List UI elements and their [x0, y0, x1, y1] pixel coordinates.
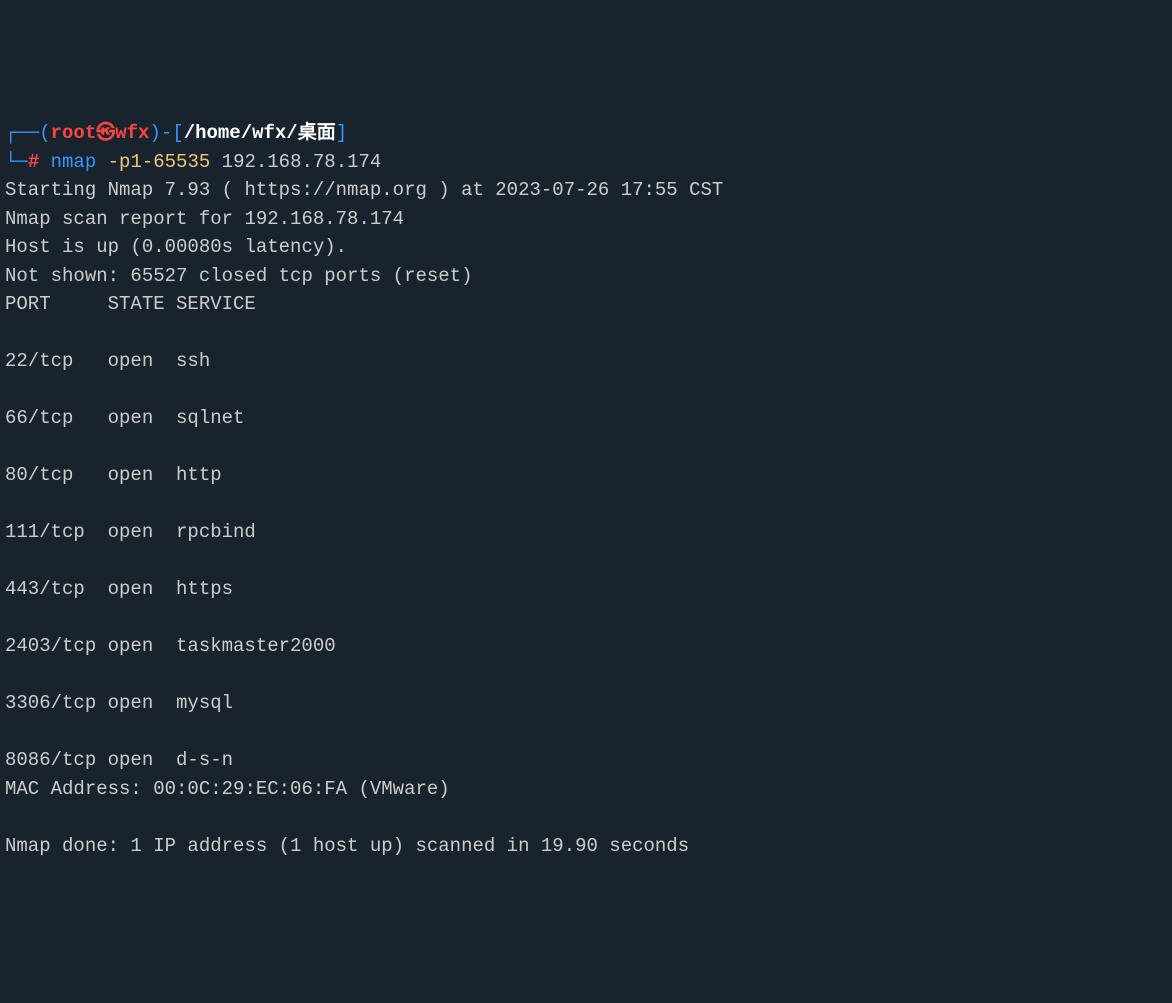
port-cell: 111/tcp [5, 518, 108, 547]
output-mac: MAC Address: 00:0C:29:EC:06:FA (VMware) [5, 778, 450, 800]
bracket-close: ] [336, 122, 347, 144]
output-starting: Starting Nmap 7.93 ( https://nmap.org ) … [5, 179, 723, 201]
service-cell: mysql [176, 689, 233, 718]
state-cell: open [108, 575, 176, 604]
table-row: 80/tcp open http [5, 461, 1167, 490]
port-cell: 66/tcp [5, 404, 108, 433]
command-target: 192.168.78.174 [222, 151, 382, 173]
service-cell: http [176, 461, 222, 490]
table-row: 111/tcp open rpcbind [5, 518, 1167, 547]
prompt-host: wfx [115, 122, 149, 144]
port-cell: 80/tcp [5, 461, 108, 490]
port-cell: 8086/tcp [5, 746, 108, 775]
header-service: SERVICE [176, 290, 256, 319]
prompt-user: root [51, 122, 97, 144]
state-cell: open [108, 518, 176, 547]
state-cell: open [108, 404, 176, 433]
paren-open: ( [39, 122, 50, 144]
table-row: 8086/tcp open d-s-n [5, 746, 1167, 775]
command-name: nmap [51, 151, 97, 173]
port-cell: 22/tcp [5, 347, 108, 376]
port-cell: 443/tcp [5, 575, 108, 604]
state-cell: open [108, 689, 176, 718]
service-cell: ssh [176, 347, 210, 376]
prompt-char: # [28, 151, 39, 173]
prompt-symbol: ㉿ [96, 122, 115, 144]
service-cell: d-s-n [176, 746, 233, 775]
table-header-row: PORTSTATESERVICE [5, 290, 1167, 319]
state-cell: open [108, 632, 176, 661]
service-cell: sqlnet [176, 404, 244, 433]
table-row: 443/tcp open https [5, 575, 1167, 604]
table-row: 3306/tcp open mysql [5, 689, 1167, 718]
header-port: PORT [5, 290, 108, 319]
output-done: Nmap done: 1 IP address (1 host up) scan… [5, 835, 689, 857]
table-row: 66/tcp open sqlnet [5, 404, 1167, 433]
prompt-path: /home/wfx/桌面 [184, 122, 336, 144]
box-corner: ┌── [5, 122, 39, 144]
port-cell: 3306/tcp [5, 689, 108, 718]
prompt-line-2: └─# nmap -p1-65535 192.168.78.174 [5, 151, 381, 173]
table-row: 22/tcp open ssh [5, 347, 1167, 376]
service-cell: taskmaster2000 [176, 632, 336, 661]
paren-close: )-[ [149, 122, 183, 144]
terminal-output[interactable]: ┌──(root㉿wfx)-[/home/wfx/桌面] └─# nmap -p… [5, 119, 1167, 860]
state-cell: open [108, 461, 176, 490]
output-host-up: Host is up (0.00080s latency). [5, 236, 347, 258]
table-row: 2403/tcp open taskmaster2000 [5, 632, 1167, 661]
service-cell: rpcbind [176, 518, 256, 547]
box-corner-bottom: └─ [5, 151, 28, 173]
service-cell: https [176, 575, 233, 604]
port-cell: 2403/tcp [5, 632, 108, 661]
state-cell: open [108, 746, 176, 775]
output-scan-report: Nmap scan report for 192.168.78.174 [5, 208, 404, 230]
state-cell: open [108, 347, 176, 376]
output-not-shown: Not shown: 65527 closed tcp ports (reset… [5, 265, 472, 287]
header-state: STATE [108, 290, 176, 319]
prompt-line-1: ┌──(root㉿wfx)-[/home/wfx/桌面] [5, 122, 347, 144]
command-args: -p1-65535 [108, 151, 211, 173]
